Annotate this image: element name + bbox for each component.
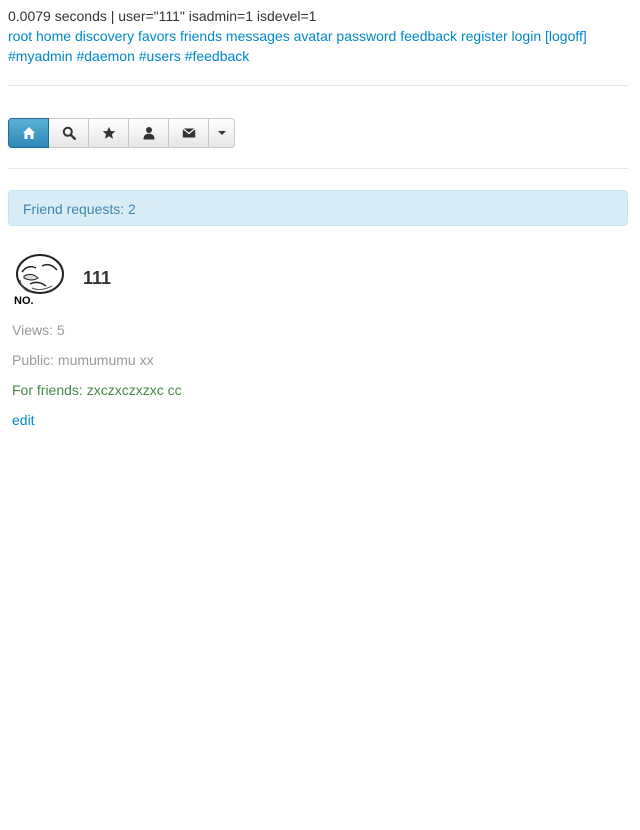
profile-views: Views: 5 [12, 322, 65, 338]
profile-button[interactable] [129, 118, 169, 148]
friend-requests-alert[interactable]: Friend requests: 2 [8, 190, 628, 226]
nav-link-register[interactable]: register [461, 28, 508, 44]
profile-username: 111 [83, 268, 112, 288]
divider [8, 168, 628, 169]
star-icon [102, 126, 115, 139]
nav-link-password[interactable]: password [336, 28, 396, 44]
divider [8, 85, 628, 86]
edit-link[interactable]: edit [12, 410, 35, 430]
nav-link-myadmin[interactable]: #myadmin [8, 48, 73, 64]
nav-links: root home discovery favors friends messa… [8, 26, 628, 66]
nav-link-login[interactable]: login [512, 28, 542, 44]
nav-link-messages[interactable]: messages [226, 28, 290, 44]
search-icon [62, 126, 76, 140]
nav-link-users[interactable]: #users [139, 48, 181, 64]
user-icon [143, 127, 154, 140]
debug-info: 0.0079 seconds | user="111" isadmin=1 is… [8, 8, 317, 24]
nav-link-daemon[interactable]: #daemon [76, 48, 134, 64]
favorites-button[interactable] [89, 118, 129, 148]
profile-public-text: Public: mumumumu xx [12, 352, 154, 368]
messages-button[interactable] [169, 118, 209, 148]
envelope-icon [181, 128, 196, 138]
nav-link-friends[interactable]: friends [180, 28, 222, 44]
profile-friends-text: For friends: zxczxczxzxc cc [12, 382, 182, 398]
toolbar [8, 118, 235, 148]
nav-link-home[interactable]: home [36, 28, 71, 44]
nav-link-discovery[interactable]: discovery [75, 28, 134, 44]
dropdown-toggle-button[interactable] [209, 118, 235, 148]
nav-link-avatar[interactable]: avatar [294, 28, 333, 44]
home-button[interactable] [8, 118, 49, 148]
nav-link-feedback-hash[interactable]: #feedback [185, 48, 250, 64]
nav-link-root[interactable]: root [8, 28, 32, 44]
caret-down-icon [217, 131, 226, 135]
home-icon [22, 127, 35, 139]
nav-link-logoff[interactable]: [logoff] [545, 28, 587, 44]
search-button[interactable] [49, 118, 89, 148]
avatar-caption: NO. [14, 295, 34, 307]
nav-link-feedback[interactable]: feedback [400, 28, 457, 44]
avatar: NO. [14, 254, 64, 307]
nav-link-favors[interactable]: favors [138, 28, 176, 44]
